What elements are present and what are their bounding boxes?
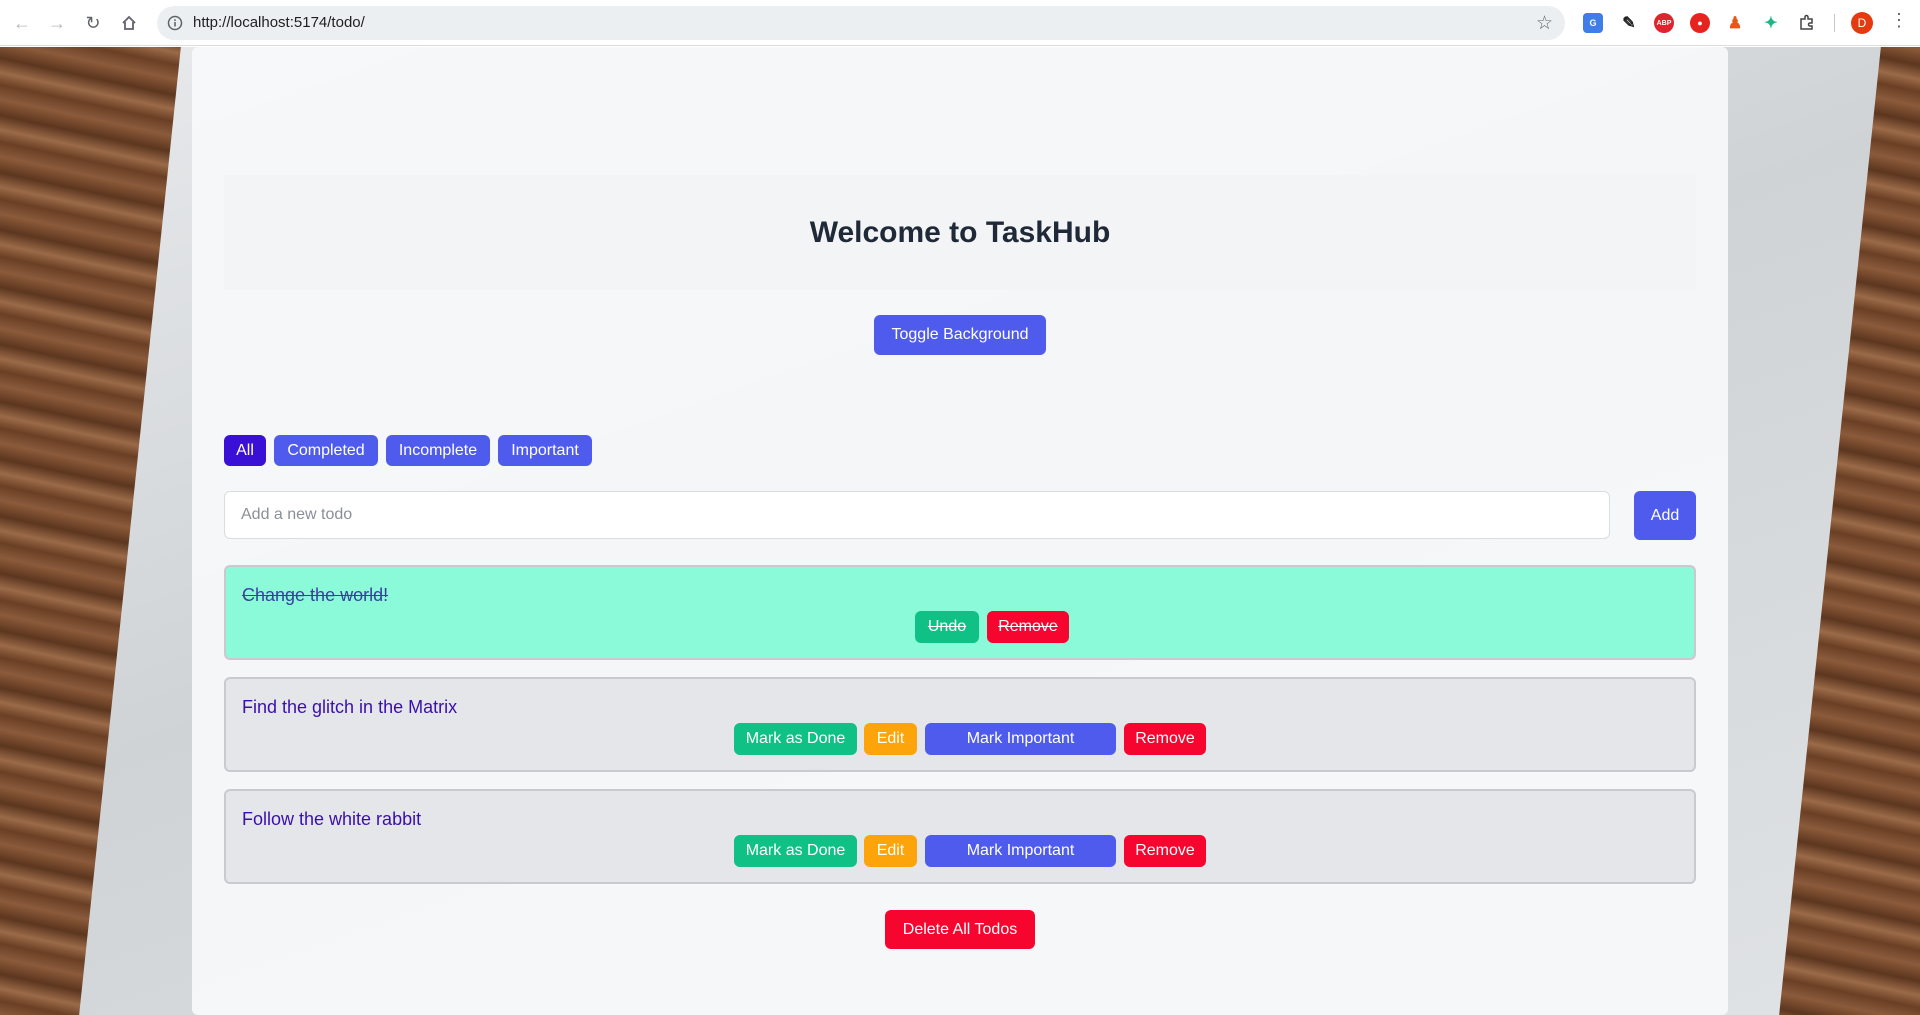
toggle-background-button[interactable]: Toggle Background (874, 315, 1046, 355)
home-icon[interactable] (115, 9, 143, 37)
todo-item: Find the glitch in the Matrix Mark as Do… (224, 677, 1696, 772)
bookmark-star-icon[interactable]: ☆ (1536, 12, 1553, 35)
figure-icon[interactable]: ♟ (1725, 13, 1745, 33)
page-viewport: Welcome to TaskHub Toggle Background All… (0, 47, 1920, 1015)
page-header: Welcome to TaskHub (224, 175, 1696, 290)
remove-button[interactable]: Remove (987, 611, 1069, 643)
filter-incomplete-button[interactable]: Incomplete (386, 435, 490, 466)
puzzle-icon[interactable] (1797, 13, 1817, 33)
mark-done-button[interactable]: Mark as Done (734, 723, 857, 755)
url-text[interactable]: http://localhost:5174/todo/ (193, 14, 365, 31)
add-todo-button[interactable]: Add (1634, 491, 1696, 540)
todo-item: Change the world! Undo Remove (224, 565, 1696, 660)
site-info-icon[interactable] (166, 14, 184, 32)
reload-icon[interactable]: ↻ (79, 9, 107, 37)
todo-item: Follow the white rabbit Mark as Done Edi… (224, 789, 1696, 884)
page-title: Welcome to TaskHub (809, 215, 1111, 249)
mark-important-button[interactable]: Mark Important (925, 723, 1116, 755)
todo-text: Change the world! (242, 585, 389, 605)
toolbar-divider (1834, 14, 1835, 32)
new-todo-input[interactable] (224, 491, 1610, 539)
filter-all-button[interactable]: All (224, 435, 266, 466)
remove-button[interactable]: Remove (1124, 723, 1206, 755)
browser-toolbar: ← → ↻ http://localhost:5174/todo/ ☆ G ✎ … (0, 0, 1920, 46)
edit-button[interactable]: Edit (864, 723, 917, 755)
remove-button[interactable]: Remove (1124, 835, 1206, 867)
todo-text: Follow the white rabbit (242, 809, 422, 829)
sparkle-icon[interactable]: ✦ (1761, 13, 1781, 33)
back-icon[interactable]: ← (8, 9, 36, 37)
filter-important-button[interactable]: Important (498, 435, 592, 466)
menu-kebab-icon[interactable]: ⋮ (1890, 10, 1908, 31)
adblock-icon[interactable]: ABP (1654, 13, 1674, 33)
shield-icon[interactable]: ● (1690, 13, 1710, 33)
eyedropper-icon[interactable]: ✎ (1619, 13, 1639, 33)
todo-text: Find the glitch in the Matrix (242, 697, 458, 717)
mark-done-button[interactable]: Mark as Done (734, 835, 857, 867)
address-bar[interactable]: http://localhost:5174/todo/ ☆ (157, 6, 1565, 40)
forward-icon[interactable]: → (43, 9, 71, 37)
delete-all-todos-button[interactable]: Delete All Todos (885, 910, 1035, 949)
undo-button[interactable]: Undo (915, 611, 979, 643)
edit-button[interactable]: Edit (864, 835, 917, 867)
translate-icon[interactable]: G (1583, 13, 1603, 33)
app-container: Welcome to TaskHub Toggle Background All… (192, 47, 1728, 1015)
filter-completed-button[interactable]: Completed (274, 435, 378, 466)
profile-avatar[interactable]: D (1851, 12, 1873, 34)
mark-important-button[interactable]: Mark Important (925, 835, 1116, 867)
